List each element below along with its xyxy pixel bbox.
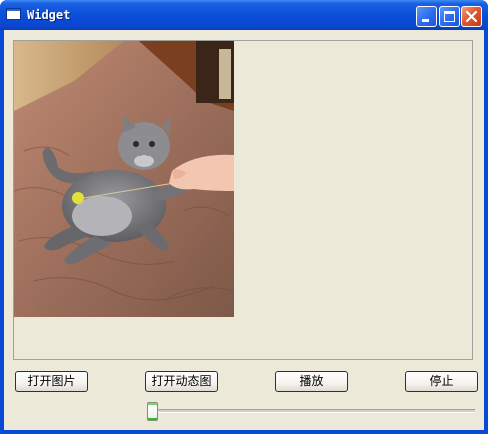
maximize-icon: [444, 11, 455, 22]
progress-slider[interactable]: [147, 400, 475, 422]
slider-track[interactable]: [147, 409, 475, 413]
open-gif-button[interactable]: 打开动态图: [145, 371, 218, 392]
window-title: Widget: [27, 8, 71, 22]
app-window: Widget 打开图片 打开动态图 播放 停止: [0, 0, 488, 434]
title-bar[interactable]: Widget: [0, 0, 488, 30]
close-icon: [465, 10, 478, 23]
stop-button[interactable]: 停止: [405, 371, 478, 392]
client-area: 打开图片 打开动态图 播放 停止: [4, 30, 484, 430]
image-frame: [13, 40, 473, 360]
play-button[interactable]: 播放: [275, 371, 348, 392]
cat-photo: [14, 41, 234, 317]
maximize-button[interactable]: [439, 6, 460, 27]
close-button[interactable]: [461, 6, 482, 27]
minimize-icon: [422, 19, 429, 22]
slider-thumb[interactable]: [147, 402, 158, 421]
window-icon: [6, 8, 21, 20]
open-image-button[interactable]: 打开图片: [15, 371, 88, 392]
minimize-button[interactable]: [416, 6, 437, 27]
